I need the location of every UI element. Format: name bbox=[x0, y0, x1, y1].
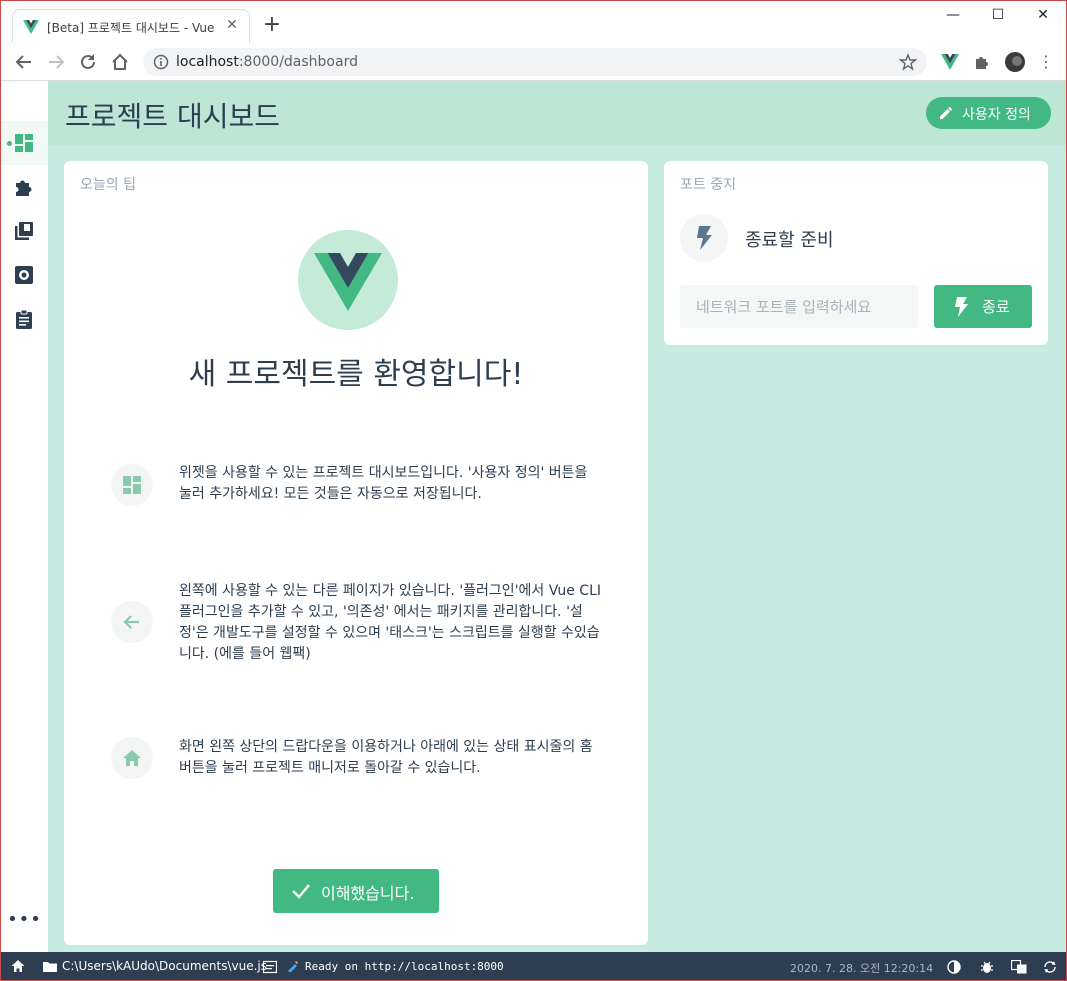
back-icon[interactable] bbox=[13, 51, 35, 73]
tip-text: 위젯을 사용할 수 있는 프로젝트 대시보드입니다. '사용자 정의' 버튼을 … bbox=[179, 465, 588, 502]
browser-toolbar: localhost:8000/dashboard ⋮ bbox=[1, 43, 1066, 81]
vue-ui-app: ••• 프로젝트 대시보드 사용자 정의 오늘의 팁 새 프로젝트를 환영합니다… bbox=[1, 81, 1066, 952]
forward-icon[interactable] bbox=[45, 51, 67, 73]
info-icon[interactable] bbox=[153, 54, 169, 70]
tip-text: 화면 왼쪽 상단의 드랍다운을 이용하거나 아래에 있는 상태 표시줄의 홈 버… bbox=[179, 739, 593, 776]
tip-icon bbox=[111, 601, 153, 643]
home-icon[interactable] bbox=[11, 959, 25, 973]
maximize-button[interactable]: ☐ bbox=[986, 7, 1010, 25]
got-it-label: 이해했습니다. bbox=[321, 884, 415, 903]
sidebar-item-configuration[interactable] bbox=[1, 253, 48, 297]
welcome-heading: 새 프로젝트를 환영합니다! bbox=[188, 357, 524, 392]
console-log-icon[interactable] bbox=[263, 960, 277, 974]
clipboard-icon bbox=[16, 309, 32, 329]
got-it-button[interactable]: 이해했습니다. bbox=[273, 869, 439, 913]
vue-devtools-icon[interactable] bbox=[941, 53, 959, 71]
profile-avatar[interactable] bbox=[1005, 52, 1025, 72]
address-bar[interactable]: localhost:8000/dashboard bbox=[143, 48, 927, 76]
page-header: 프로젝트 대시보드 사용자 정의 bbox=[48, 81, 1066, 145]
reload-icon[interactable] bbox=[77, 51, 99, 73]
sidebar-item-dependencies[interactable] bbox=[1, 209, 48, 253]
customize-button[interactable]: 사용자 정의 bbox=[926, 97, 1051, 129]
folder-icon[interactable] bbox=[43, 960, 57, 974]
bug-report-icon[interactable] bbox=[980, 960, 994, 974]
settings-gear-icon bbox=[15, 266, 33, 284]
tips-card: 오늘의 팁 새 프로젝트를 환영합니다! 위젯을 사용할 수 있는 프로젝트 대… bbox=[64, 161, 648, 945]
kill-port-card: 포트 중지 종료할 준비 종료 bbox=[664, 161, 1048, 345]
log-message: Ready on http://localhost:8000 bbox=[305, 960, 504, 973]
minimize-button[interactable]: — bbox=[941, 7, 965, 25]
browser-window: [Beta] 프로젝트 대시보드 - Vue ✕ + — ☐ ✕ localho… bbox=[0, 0, 1067, 981]
sidebar-more-button[interactable]: ••• bbox=[1, 909, 48, 937]
kill-button[interactable]: 종료 bbox=[934, 285, 1032, 328]
vue-favicon-icon bbox=[23, 20, 39, 34]
dashboard-icon bbox=[15, 134, 33, 152]
tip-text: 왼쪽에 사용할 수 있는 다른 페이지가 있습니다. '플러그인'에서 Vue … bbox=[179, 583, 602, 662]
kill-label: 종료 bbox=[982, 298, 1010, 316]
sidebar-item-tasks[interactable] bbox=[1, 297, 48, 341]
pencil-icon bbox=[940, 106, 953, 119]
tab-close-icon[interactable]: ✕ bbox=[223, 16, 241, 34]
translate-icon[interactable] bbox=[1011, 960, 1027, 974]
vue-logo bbox=[298, 230, 398, 330]
active-indicator bbox=[7, 141, 12, 146]
bookmark-star-icon[interactable] bbox=[899, 53, 917, 71]
close-window-button[interactable]: ✕ bbox=[1031, 7, 1055, 25]
customize-label: 사용자 정의 bbox=[962, 107, 1031, 123]
home-icon bbox=[123, 750, 141, 766]
browser-tab[interactable]: [Beta] 프로젝트 대시보드 - Vue ✕ bbox=[12, 9, 250, 43]
dark-mode-icon[interactable] bbox=[947, 960, 961, 974]
sidebar-item-plugins[interactable] bbox=[1, 165, 48, 209]
bolt-icon bbox=[955, 297, 968, 317]
sidebar: ••• bbox=[1, 81, 48, 952]
log-status-icon bbox=[288, 961, 298, 972]
dashboard-icon bbox=[123, 476, 141, 494]
sidebar-item-dashboard[interactable] bbox=[1, 121, 48, 165]
kill-port-title: 포트 중지 bbox=[680, 177, 736, 193]
status-bar: C:\Users\kAUdo\Documents\vue.js Ready on… bbox=[1, 952, 1066, 980]
tip-icon bbox=[111, 737, 153, 779]
browser-menu-icon[interactable]: ⋮ bbox=[1037, 53, 1055, 71]
arrow-left-icon bbox=[123, 615, 139, 629]
tab-title: [Beta] 프로젝트 대시보드 - Vue bbox=[47, 21, 215, 35]
bolt-icon bbox=[697, 226, 712, 250]
library-books-icon bbox=[15, 222, 33, 240]
check-icon bbox=[292, 884, 310, 899]
page-title: 프로젝트 대시보드 bbox=[65, 100, 280, 133]
kill-port-status: 종료할 준비 bbox=[745, 230, 834, 251]
tab-bar: [Beta] 프로젝트 대시보드 - Vue ✕ + — ☐ ✕ bbox=[1, 1, 1066, 43]
refresh-icon[interactable] bbox=[1043, 960, 1057, 974]
port-input[interactable] bbox=[680, 285, 918, 328]
home-browser-icon[interactable] bbox=[109, 51, 131, 73]
extensions-puzzle-icon[interactable] bbox=[973, 53, 991, 71]
new-tab-button[interactable]: + bbox=[261, 14, 283, 37]
status-icon-container bbox=[680, 214, 728, 262]
url-text: localhost:8000/dashboard bbox=[176, 54, 358, 70]
vue-logo-icon bbox=[314, 253, 382, 311]
timestamp: 2020. 7. 28. 오전 12:20:14 bbox=[790, 962, 934, 975]
tips-card-title: 오늘의 팁 bbox=[80, 177, 136, 193]
puzzle-icon bbox=[16, 180, 32, 196]
tip-icon bbox=[111, 464, 153, 506]
project-path[interactable]: C:\Users\kAUdo\Documents\vue.js bbox=[62, 959, 267, 973]
